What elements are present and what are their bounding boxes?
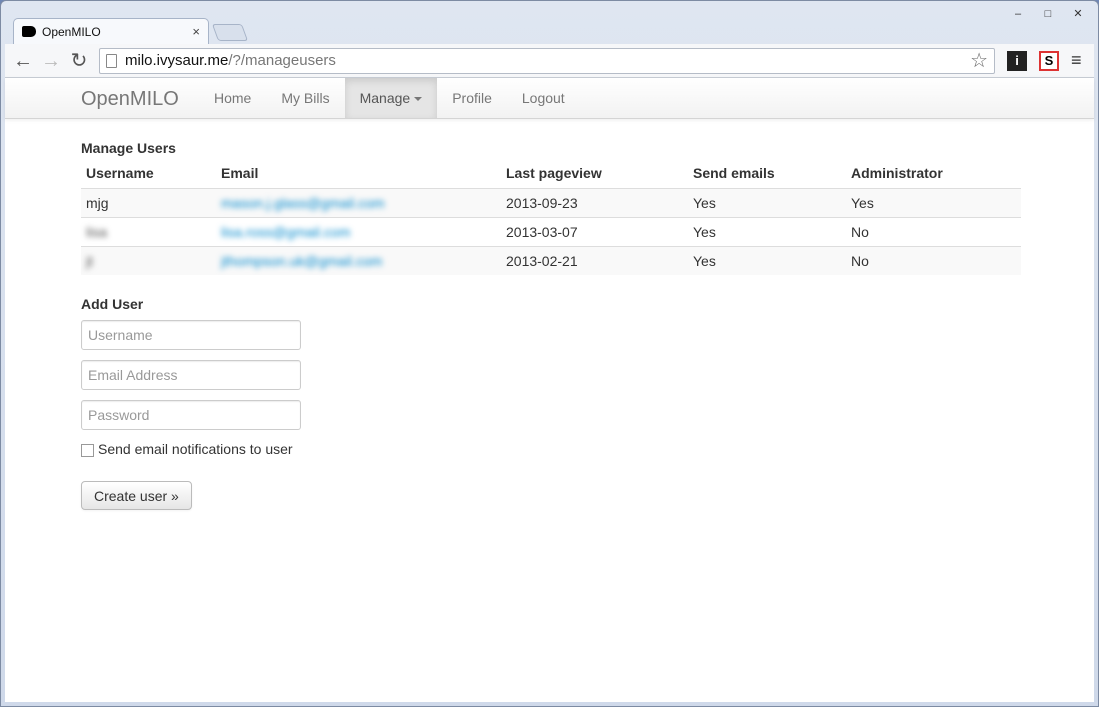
cell-email-link[interactable]: lisa.ross@gmail.com xyxy=(216,216,501,246)
add-user-form: Add User Send email notifications to use… xyxy=(81,296,301,510)
nav-home[interactable]: Home xyxy=(199,78,266,118)
column-header-send-emails: Send emails xyxy=(688,164,846,189)
notify-label: Send email notifications to user xyxy=(98,440,293,457)
table-header-row: Username Email Last pageview Send emails… xyxy=(81,164,1021,189)
close-window-button[interactable]: ✕ xyxy=(1066,5,1090,23)
cell-administrator: No xyxy=(846,245,1021,275)
cell-administrator: Yes xyxy=(846,187,1021,217)
username-input[interactable] xyxy=(81,320,301,350)
notify-row: Send email notifications to user xyxy=(81,440,301,457)
cell-last-pageview: 2013-02-21 xyxy=(501,245,688,275)
browser-toolbar: ← → ↻ milo.ivysaur.me /?/manageusers ☆ i… xyxy=(5,44,1094,78)
password-input[interactable] xyxy=(81,400,301,430)
s-extension-icon[interactable]: S xyxy=(1039,50,1059,71)
column-header-last-pageview: Last pageview xyxy=(501,164,688,189)
tab-close-icon[interactable]: × xyxy=(192,24,200,39)
nav-links: Home My Bills Manage Profile Logout xyxy=(199,78,580,118)
column-header-email: Email xyxy=(216,164,501,189)
column-header-username: Username xyxy=(81,164,216,189)
manage-users-heading: Manage Users xyxy=(81,140,176,156)
cell-email-link[interactable]: mason.j.glass@gmail.com xyxy=(216,187,501,217)
nav-manage-label: Manage xyxy=(359,90,411,106)
new-tab-button[interactable] xyxy=(211,24,249,41)
reload-button[interactable]: ↻ xyxy=(65,47,93,75)
cell-send-emails: Yes xyxy=(688,245,846,275)
info-extension-icon[interactable]: i xyxy=(1007,50,1027,71)
create-user-button[interactable]: Create user » xyxy=(81,481,192,510)
nav-profile[interactable]: Profile xyxy=(437,78,507,118)
window-controls: ‒ □ ✕ xyxy=(1006,5,1090,23)
cell-username: mjg xyxy=(81,187,216,217)
add-user-heading: Add User xyxy=(81,296,144,312)
nav-logout[interactable]: Logout xyxy=(507,78,580,118)
page-icon xyxy=(106,53,117,68)
table-row: jt jthompson.uk@gmail.com 2013-02-21 Yes… xyxy=(81,245,1021,275)
email-input[interactable] xyxy=(81,360,301,390)
page-viewport: OpenMILO Home My Bills Manage Profile Lo… xyxy=(5,78,1094,702)
cell-send-emails: Yes xyxy=(688,216,846,246)
nav-manage[interactable]: Manage xyxy=(344,78,438,118)
cell-email-link[interactable]: jthompson.uk@gmail.com xyxy=(216,245,501,275)
table-row: lisa lisa.ross@gmail.com 2013-03-07 Yes … xyxy=(81,216,1021,246)
back-button[interactable]: ← xyxy=(9,47,37,75)
column-header-administrator: Administrator xyxy=(846,164,1021,189)
chrome-menu-icon[interactable]: ≡ xyxy=(1071,50,1082,71)
favicon-icon xyxy=(22,26,36,37)
cell-username: lisa xyxy=(81,216,216,246)
restore-button[interactable]: □ xyxy=(1036,5,1060,23)
nav-my-bills[interactable]: My Bills xyxy=(266,78,344,118)
tab-title: OpenMILO xyxy=(42,24,101,39)
url-path: /?/manageusers xyxy=(228,52,336,69)
table-row: mjg mason.j.glass@gmail.com 2013-09-23 Y… xyxy=(81,187,1021,217)
tab-strip: OpenMILO × xyxy=(9,18,409,44)
cell-username: jt xyxy=(81,245,216,275)
cell-administrator: No xyxy=(846,216,1021,246)
brand-link[interactable]: OpenMILO xyxy=(81,88,179,111)
url-host: milo.ivysaur.me xyxy=(125,52,229,69)
manage-users-section: Manage Users Username Email Last pagevie… xyxy=(81,140,1021,275)
site-navbar: OpenMILO Home My Bills Manage Profile Lo… xyxy=(5,78,1094,119)
notify-checkbox[interactable] xyxy=(81,444,94,457)
bookmark-star-icon[interactable]: ☆ xyxy=(970,48,988,73)
browser-window: ‒ □ ✕ OpenMILO × ← → ↻ milo.ivysaur.me /… xyxy=(0,0,1099,707)
cell-last-pageview: 2013-09-23 xyxy=(501,187,688,217)
cell-send-emails: Yes xyxy=(688,187,846,217)
cell-last-pageview: 2013-03-07 xyxy=(501,216,688,246)
browser-tab[interactable]: OpenMILO × xyxy=(13,18,209,44)
forward-button[interactable]: → xyxy=(37,47,65,75)
users-table: Username Email Last pageview Send emails… xyxy=(81,164,1021,275)
caret-down-icon xyxy=(414,97,423,102)
address-bar[interactable]: milo.ivysaur.me /?/manageusers ☆ xyxy=(99,47,995,74)
minimize-button[interactable]: ‒ xyxy=(1006,5,1030,23)
